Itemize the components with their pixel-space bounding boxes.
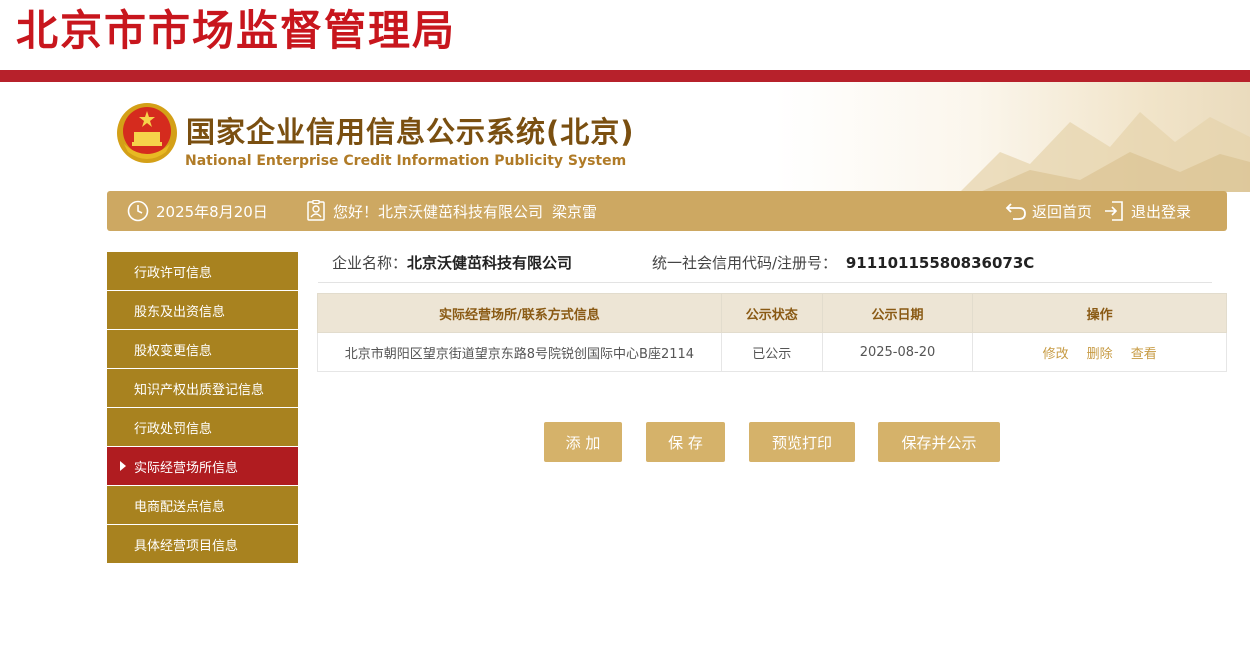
sidebar-item-equity-change[interactable]: 股权变更信息 [107, 330, 298, 368]
sidebar-item-label: 行政许可信息 [134, 265, 213, 281]
return-arrow-icon [1005, 203, 1026, 220]
premises-table: 实际经营场所/联系方式信息 公示状态 公示日期 操作 北京市朝阳区望京街道望京东… [317, 293, 1227, 372]
clock-icon [127, 200, 149, 222]
delete-link[interactable]: 删除 [1087, 347, 1113, 362]
system-title: 国家企业信用信息公示系统(北京) [186, 115, 635, 149]
logout-link-label[interactable]: 退出登录 [1131, 201, 1191, 222]
date-cell: 2025-08-20 [821, 332, 974, 372]
sidebar-item-shareholders[interactable]: 股东及出资信息 [107, 291, 298, 329]
sidebar-item-label: 行政处罚信息 [134, 421, 213, 437]
national-emblem-icon [117, 103, 177, 163]
company-info: 企业名称：北京沃健茁科技有限公司 统一社会信用代码/注册号： 911101155… [318, 243, 1212, 283]
edit-link[interactable]: 修改 [1043, 347, 1069, 362]
sidebar-item-label: 知识产权出质登记信息 [134, 382, 265, 398]
add-button[interactable]: 添 加 [544, 422, 622, 462]
view-link[interactable]: 查看 [1131, 347, 1157, 362]
sidebar-item-label: 电商配送点信息 [134, 499, 226, 515]
date-display: 2025年8月20日 [127, 191, 268, 231]
sidebar-item-admin-license[interactable]: 行政许可信息 [107, 252, 298, 290]
system-subtitle: National Enterprise Credit Information P… [185, 153, 627, 169]
logout-icon [1105, 201, 1123, 221]
preview-print-button[interactable]: 预览打印 [749, 422, 855, 462]
current-date: 2025年8月20日 [156, 202, 268, 221]
sidebar-nav: 行政许可信息 股东及出资信息 股权变更信息 知识产权出质登记信息 行政处罚信息 … [107, 252, 298, 564]
column-header-address: 实际经营场所/联系方式信息 [317, 293, 722, 333]
sidebar-item-ip-pledge[interactable]: 知识产权出质登记信息 [107, 369, 298, 407]
save-button[interactable]: 保 存 [646, 422, 725, 462]
sidebar-item-label: 股东及出资信息 [134, 304, 226, 320]
credit-code-label: 统一社会信用代码/注册号： [652, 254, 838, 272]
greeting-text: 您好！北京沃健茁科技有限公司 [333, 202, 544, 221]
save-publish-button[interactable]: 保存并公示 [878, 422, 1000, 462]
logout-link[interactable]: 退出登录 [1103, 191, 1191, 231]
table-row: 北京市朝阳区望京街道望京东路8号院锐创国际中心B座2114 已公示 2025-0… [317, 332, 1227, 372]
column-header-status: 公示状态 [720, 293, 823, 333]
sidebar-item-label: 股权变更信息 [134, 343, 213, 359]
column-header-actions: 操作 [972, 293, 1227, 333]
table-header-row: 实际经营场所/联系方式信息 公示状态 公示日期 操作 [317, 293, 1227, 333]
sidebar-item-ecommerce-delivery[interactable]: 电商配送点信息 [107, 486, 298, 524]
address-cell: 北京市朝阳区望京街道望京东路8号院锐创国际中心B座2114 [317, 332, 722, 372]
user-badge-icon [307, 200, 325, 221]
home-link-label[interactable]: 返回首页 [1032, 201, 1092, 222]
info-bar: 2025年8月20日 您好！北京沃健茁科技有限公司 梁京雷 返回首页 退出登录 [107, 191, 1227, 231]
sidebar-item-business-premises[interactable]: 实际经营场所信息 [107, 447, 298, 485]
company-name-field: 企业名称：北京沃健茁科技有限公司 [332, 252, 572, 273]
system-banner: 国家企业信用信息公示系统(北京) National Enterprise Cre… [0, 82, 1250, 192]
sidebar-item-admin-penalty[interactable]: 行政处罚信息 [107, 408, 298, 446]
credit-code-field: 统一社会信用代码/注册号： 91110115580836073C [652, 252, 1034, 273]
agency-title: 北京市市场监督管理局 [16, 6, 457, 55]
company-name-value: 北京沃健茁科技有限公司 [407, 254, 573, 272]
user-info: 您好！北京沃健茁科技有限公司 梁京雷 [306, 191, 597, 231]
sidebar-item-label: 具体经营项目信息 [134, 538, 239, 554]
home-link[interactable]: 返回首页 [1005, 191, 1092, 231]
status-cell: 已公示 [720, 332, 823, 372]
credit-code-value: 91110115580836073C [845, 254, 1035, 272]
active-arrow-icon [120, 461, 126, 471]
sidebar-item-label: 实际经营场所信息 [134, 460, 239, 476]
mountain-landscape-icon [960, 112, 1250, 192]
sidebar-item-business-items[interactable]: 具体经营项目信息 [107, 525, 298, 563]
header-red-bar [0, 70, 1250, 82]
company-name-label: 企业名称： [332, 254, 408, 272]
actions-cell: 修改 删除 查看 [972, 332, 1227, 372]
column-header-date: 公示日期 [821, 293, 974, 333]
user-name: 梁京雷 [552, 202, 598, 221]
agency-header: 北京市市场监督管理局 [0, 0, 1250, 72]
